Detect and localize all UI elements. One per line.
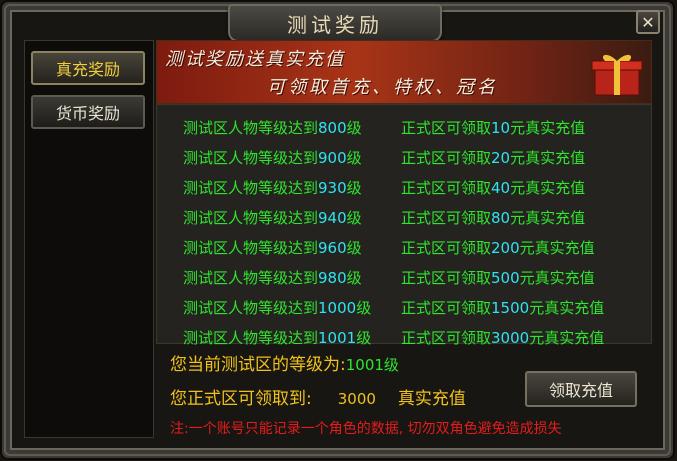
level-requirement: 测试区人物等级达到800级 bbox=[183, 119, 362, 137]
reward-list: 测试区人物等级达到800级 正式区可领取10元真实充值 测试区人物等级达到900… bbox=[156, 104, 652, 347]
reward-amount: 正式区可领取200元真实充值 bbox=[401, 239, 595, 257]
warning-note: 注:一个账号只能记录一个角色的数据, 切勿双角色避免造成损失 bbox=[170, 421, 562, 437]
current-level-info: 您当前测试区的等级为:1001级 bbox=[170, 350, 399, 375]
close-button[interactable]: ✕ bbox=[636, 10, 660, 34]
reward-amount: 正式区可领取1500元真实充值 bbox=[401, 299, 605, 317]
level-requirement: 测试区人物等级达到930级 bbox=[183, 179, 362, 197]
reward-row: 测试区人物等级达到900级 正式区可领取20元真实充值 bbox=[157, 143, 651, 171]
claimable-label: 您正式区可领取到: bbox=[170, 389, 312, 409]
reward-row: 测试区人物等级达到980级 正式区可领取500元真实充值 bbox=[157, 263, 651, 291]
tab-sidebar: 真充奖励 货币奖励 bbox=[24, 40, 154, 438]
reward-amount: 正式区可领取10元真实充值 bbox=[401, 119, 586, 137]
level-requirement: 测试区人物等级达到900级 bbox=[183, 149, 362, 167]
reward-amount: 正式区可领取500元真实充值 bbox=[401, 269, 595, 287]
close-icon: ✕ bbox=[641, 13, 655, 32]
claim-recharge-button[interactable]: 领取充值 bbox=[525, 371, 637, 407]
reward-amount: 正式区可领取80元真实充值 bbox=[401, 209, 586, 227]
level-requirement: 测试区人物等级达到980级 bbox=[183, 269, 362, 287]
window-title: 测试奖励 bbox=[228, 4, 442, 42]
gift-box-icon bbox=[591, 54, 643, 96]
level-requirement: 测试区人物等级达到1000级 bbox=[183, 299, 372, 317]
current-level-label: 您当前测试区的等级为: bbox=[170, 355, 346, 375]
promo-banner: 测试奖励送真实充值 可领取首充、特权、冠名 bbox=[156, 40, 652, 104]
level-requirement: 测试区人物等级达到1001级 bbox=[183, 329, 372, 347]
reward-amount: 正式区可领取20元真实充值 bbox=[401, 149, 586, 167]
claimable-amount: 3000 bbox=[337, 390, 376, 408]
reward-row: 测试区人物等级达到1000级 正式区可领取1500元真实充值 bbox=[157, 293, 651, 321]
banner-headline: 测试奖励送真实充值 bbox=[165, 49, 345, 70]
claimable-unit: 真实充值 bbox=[397, 389, 466, 409]
level-requirement: 测试区人物等级达到960级 bbox=[183, 239, 362, 257]
reward-row: 测试区人物等级达到960级 正式区可领取200元真实充值 bbox=[157, 233, 651, 261]
level-requirement: 测试区人物等级达到940级 bbox=[183, 209, 362, 227]
reward-row: 测试区人物等级达到940级 正式区可领取80元真实充值 bbox=[157, 203, 651, 231]
reward-row: 测试区人物等级达到1001级 正式区可领取3000元真实充值 bbox=[157, 323, 651, 347]
banner-subline: 可领取首充、特权、冠名 bbox=[267, 77, 498, 98]
reward-row: 测试区人物等级达到930级 正式区可领取40元真实充值 bbox=[157, 173, 651, 201]
tab-currency-reward[interactable]: 货币奖励 bbox=[31, 95, 145, 129]
tab-real-recharge-reward[interactable]: 真充奖励 bbox=[31, 51, 145, 85]
reward-amount: 正式区可领取40元真实充值 bbox=[401, 179, 586, 197]
reward-row: 测试区人物等级达到800级 正式区可领取10元真实充值 bbox=[157, 113, 651, 141]
current-level-value: 1001级 bbox=[345, 356, 399, 374]
reward-amount: 正式区可领取3000元真实充值 bbox=[401, 329, 605, 347]
claimable-info: 您正式区可领取到: 3000 真实充值 bbox=[170, 384, 466, 409]
